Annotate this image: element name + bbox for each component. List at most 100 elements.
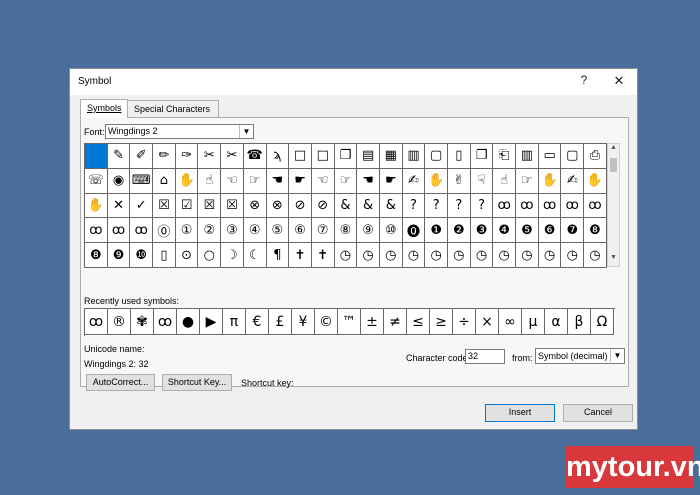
- recent-symbol-cell[interactable]: ●: [177, 309, 200, 335]
- recent-symbol-cell[interactable]: ≥: [430, 309, 453, 335]
- symbol-cell[interactable]: ❹: [493, 218, 517, 244]
- symbol-cell[interactable]: ☒: [198, 193, 222, 219]
- recent-symbol-cell[interactable]: ✾: [131, 309, 154, 335]
- symbol-cell[interactable]: ◷: [493, 243, 517, 268]
- symbol-cell[interactable]: ☎: [243, 144, 267, 169]
- symbol-cell[interactable]: ❷: [448, 218, 471, 244]
- recent-symbol-cell[interactable]: ▶: [200, 309, 223, 335]
- tab-special-characters[interactable]: Special Characters: [127, 100, 219, 117]
- scroll-down-icon[interactable]: ▼: [608, 254, 619, 266]
- symbol-cell[interactable]: ▥: [402, 144, 426, 169]
- symbol-cell[interactable]: ⑨: [357, 218, 380, 244]
- symbol-cell[interactable]: ☞: [516, 168, 539, 194]
- symbol-cell[interactable]: ✂: [198, 144, 222, 169]
- close-icon[interactable]: ✕: [611, 73, 627, 89]
- symbol-cell[interactable]: ⎙: [584, 144, 607, 169]
- symbol-cell[interactable]: ☜: [221, 168, 244, 194]
- symbol-cell[interactable]: &: [379, 193, 403, 219]
- recent-symbol-cell[interactable]: €: [246, 309, 269, 335]
- symbol-cell[interactable]: ❽: [85, 243, 108, 268]
- symbol-cell[interactable]: ✝: [289, 243, 312, 268]
- symbol-cell[interactable]: ⑩: [379, 218, 403, 244]
- symbol-cell[interactable]: ☞: [334, 168, 358, 194]
- recent-symbol-cell[interactable]: ꝏ: [154, 309, 177, 335]
- symbol-cell[interactable]: ϡ: [266, 144, 290, 169]
- symbol-cell[interactable]: ⓿: [402, 218, 426, 244]
- symbol-cell[interactable]: ☞: [243, 168, 267, 194]
- recent-symbol-cell[interactable]: β: [568, 309, 591, 335]
- symbol-cell[interactable]: ❽: [584, 218, 607, 244]
- symbol-cell[interactable]: ?: [402, 193, 426, 219]
- symbol-cell[interactable]: ⊗: [243, 193, 267, 219]
- autocorrect-button[interactable]: AutoCorrect...: [86, 374, 155, 391]
- recent-symbol-cell[interactable]: ÷: [453, 309, 476, 335]
- symbol-cell[interactable]: ☛: [379, 168, 403, 194]
- symbol-cell[interactable]: ✌: [448, 168, 471, 194]
- symbol-cell[interactable]: ✐: [130, 144, 154, 169]
- symbol-cell[interactable]: ?: [448, 193, 471, 219]
- font-dropdown[interactable]: Wingdings 2 ▼: [105, 124, 254, 139]
- symbol-cell[interactable]: ?: [470, 193, 494, 219]
- symbol-cell[interactable]: ▭: [538, 144, 562, 169]
- symbol-cell[interactable]: ◷: [402, 243, 426, 268]
- symbol-cell[interactable]: ①: [175, 218, 199, 244]
- symbol-cell[interactable]: □: [289, 144, 312, 169]
- recent-symbol-cell[interactable]: ×: [476, 309, 499, 335]
- symbol-cell[interactable]: ◷: [584, 243, 607, 268]
- symbol-cell[interactable]: ◷: [561, 243, 585, 268]
- symbol-cell[interactable]: ◷: [448, 243, 471, 268]
- symbol-cell[interactable]: ✋: [538, 168, 562, 194]
- recent-symbol-cell[interactable]: ꝏ: [85, 309, 108, 335]
- symbol-cell[interactable]: ❺: [516, 218, 539, 244]
- tab-symbols[interactable]: Symbols: [80, 99, 128, 118]
- symbol-cell[interactable]: ◉: [107, 168, 131, 194]
- symbol-cell[interactable]: ⊘: [289, 193, 312, 219]
- symbol-cell[interactable]: ⊘: [311, 193, 335, 219]
- insert-button[interactable]: Insert: [485, 404, 555, 422]
- symbol-cell[interactable]: ☽: [221, 243, 244, 268]
- symbol-cell[interactable]: ✋: [584, 168, 607, 194]
- symbol-cell[interactable]: ✎: [107, 144, 131, 169]
- symbol-cell[interactable]: ✍: [402, 168, 426, 194]
- symbol-cell[interactable]: ⎗: [493, 144, 517, 169]
- symbol-cell[interactable]: ꝏ: [130, 218, 154, 244]
- recent-symbol-cell[interactable]: Ω: [591, 309, 614, 335]
- symbol-cell[interactable]: ✏: [153, 144, 176, 169]
- symbol-cell[interactable]: ❐: [334, 144, 358, 169]
- symbol-cell[interactable]: ꝏ: [584, 193, 607, 219]
- symbol-cell[interactable]: ②: [198, 218, 222, 244]
- symbol-cell[interactable]: ¶: [266, 243, 290, 268]
- recent-symbol-cell[interactable]: µ: [522, 309, 545, 335]
- recent-symbol-cell[interactable]: α: [545, 309, 568, 335]
- recent-symbol-cell[interactable]: ≤: [407, 309, 430, 335]
- symbol-cell[interactable]: ▯: [448, 144, 471, 169]
- symbol-cell[interactable]: ✍: [561, 168, 585, 194]
- symbol-cell[interactable]: ☏: [85, 168, 108, 194]
- symbol-cell[interactable]: ❸: [470, 218, 494, 244]
- recent-symbol-cell[interactable]: ®: [108, 309, 131, 335]
- symbol-cell[interactable]: ◷: [516, 243, 539, 268]
- symbol-cell[interactable]: ▢: [561, 144, 585, 169]
- recent-symbol-cell[interactable]: π: [223, 309, 246, 335]
- symbol-cell[interactable]: ☚: [357, 168, 380, 194]
- symbol-cell[interactable]: ☾: [243, 243, 267, 268]
- recent-symbol-cell[interactable]: ∞: [499, 309, 522, 335]
- symbol-cell[interactable]: ☟: [470, 168, 494, 194]
- symbol-cell[interactable]: ✕: [107, 193, 131, 219]
- symbol-cell[interactable]: ▯: [153, 243, 176, 268]
- symbol-cell[interactable]: ❿: [130, 243, 154, 268]
- symbol-cell[interactable]: ❻: [538, 218, 562, 244]
- symbol-cell[interactable]: ◷: [357, 243, 380, 268]
- symbol-cell[interactable]: ☒: [221, 193, 244, 219]
- symbol-cell[interactable]: ⊙: [175, 243, 199, 268]
- symbol-cell[interactable]: ④: [243, 218, 267, 244]
- symbol-cell[interactable]: ꝏ: [107, 218, 131, 244]
- symbol-cell[interactable]: [85, 144, 108, 169]
- recent-symbol-cell[interactable]: £: [269, 309, 292, 335]
- scroll-up-icon[interactable]: ▲: [608, 144, 619, 156]
- symbol-cell[interactable]: ☛: [289, 168, 312, 194]
- symbol-cell[interactable]: ❶: [425, 218, 448, 244]
- symbol-cell[interactable]: ✑: [175, 144, 199, 169]
- recent-symbol-cell[interactable]: ±: [361, 309, 384, 335]
- symbol-cell[interactable]: ꝏ: [493, 193, 517, 219]
